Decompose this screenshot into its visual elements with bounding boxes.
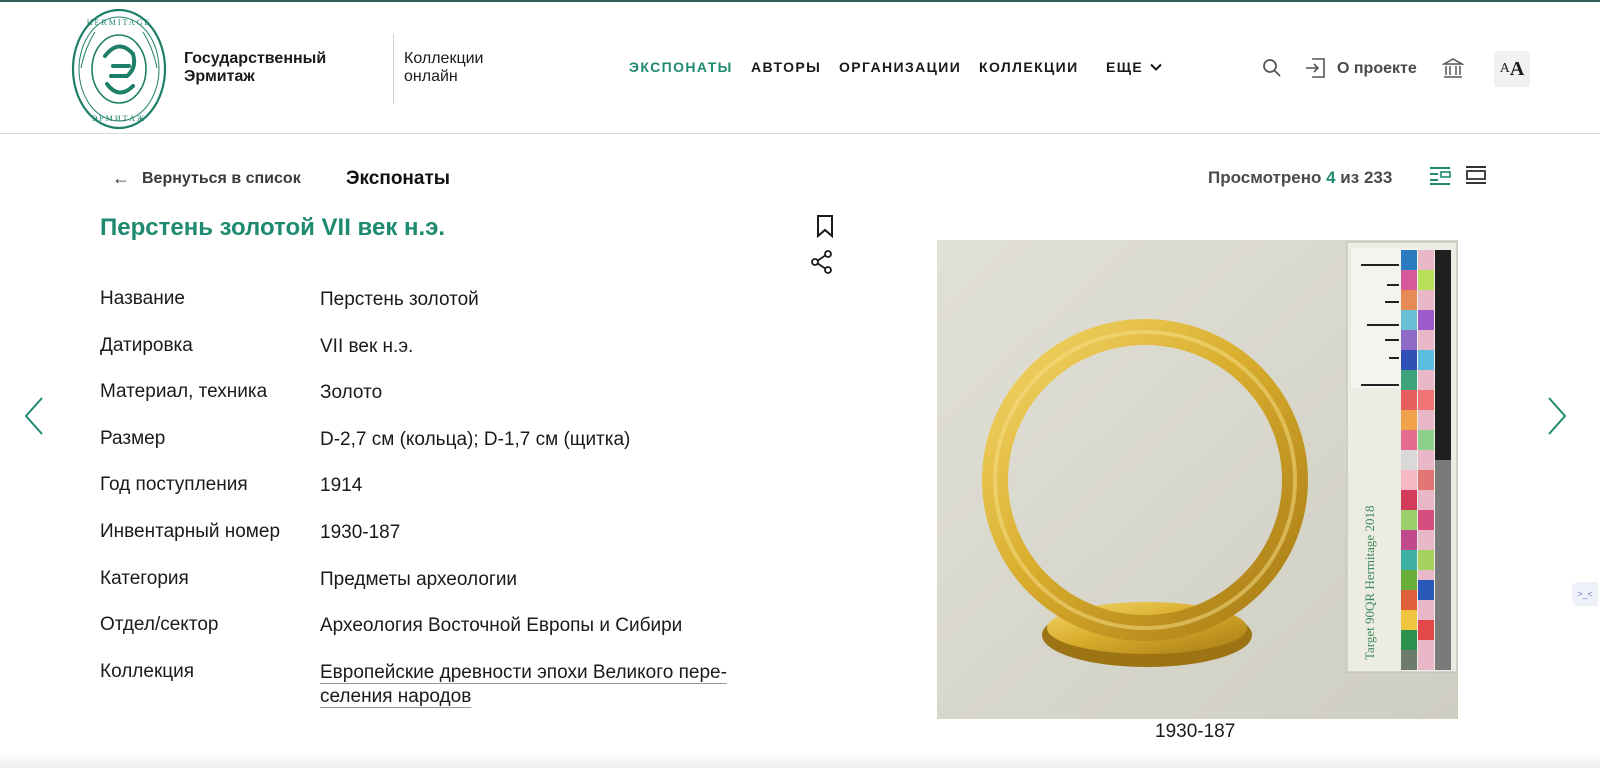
about-project-link[interactable]: О проекте (1337, 60, 1417, 78)
detail-key: Год поступления (100, 474, 248, 496)
font-big-glyph: A (1509, 57, 1525, 80)
brand-divider (393, 34, 394, 104)
brand-line-2: Эрмитаж (184, 68, 255, 85)
detail-value: VII век н.э. (320, 335, 414, 357)
nav-exhibits[interactable]: ЭКСПОНАТЫ (629, 59, 733, 75)
detail-value: 1914 (320, 475, 363, 497)
nav-collections[interactable]: КОЛЛЕКЦИИ (979, 59, 1079, 75)
detail-row-collection: Коллекция Европейские древности эпохи Ве… (100, 661, 800, 721)
detail-key: Инвентарный номер (100, 520, 281, 542)
detail-row-dating: Датировка VII век н.э. (100, 335, 800, 382)
brand-line-1: Государственный (184, 50, 327, 67)
museum-icon[interactable] (1442, 57, 1464, 79)
detail-key: Размер (100, 427, 166, 449)
photo-target-text: Target 90QR Hermitage 2018 (1362, 506, 1377, 660)
object-photo[interactable]: Target 90QR Hermitage 2018 (937, 240, 1458, 719)
detail-row-department: Отдел/сектор Археология Восточной Европы… (100, 614, 800, 661)
share-icon[interactable] (810, 250, 834, 274)
back-label: Вернуться в список (142, 169, 301, 187)
detail-value: Предметы археологии (320, 568, 518, 590)
nav-authors[interactable]: АВТОРЫ (751, 59, 821, 75)
detail-row-category: Категория Предметы археологии (100, 568, 800, 615)
object-details: Название Перстень золотой Датировка VII … (100, 288, 800, 721)
list-view-icon[interactable] (1429, 165, 1451, 185)
detail-key: Материал, техника (100, 381, 268, 403)
detail-row-inventory: Инвентарный номер 1930-187 (100, 521, 800, 568)
svg-text:ЭРМИТАЖ: ЭРМИТАЖ (92, 114, 146, 123)
collections-online-label[interactable]: Коллекции онлайн (404, 50, 514, 86)
side-widget-button[interactable]: >_< (1572, 582, 1598, 606)
login-icon[interactable] (1304, 57, 1326, 79)
collection-link-line-2[interactable]: селения народов (320, 685, 471, 709)
collection-link[interactable]: Европейские древности эпохи Великого пер… (320, 661, 780, 709)
full-view-icon[interactable] (1465, 164, 1487, 186)
collections-line-1: Коллекции (404, 50, 484, 67)
detail-value: Археология Восточной Европы и Сибири (320, 615, 683, 637)
page-bottom-edge (0, 752, 1600, 768)
next-arrow-icon[interactable] (1545, 396, 1569, 436)
bookmark-icon[interactable] (815, 214, 835, 238)
ring-photo-drawing: Target 90QR Hermitage 2018 (937, 240, 1458, 719)
detail-row-name: Название Перстень золотой (100, 288, 800, 335)
search-icon[interactable] (1262, 58, 1282, 78)
detail-row-year: Год поступления 1914 (100, 474, 800, 521)
viewed-current: 4 (1326, 168, 1336, 187)
detail-value: D-2,7 см (кольца); D-1,7 см (щитка) (320, 428, 631, 450)
section-title: Экспонаты (346, 168, 450, 189)
detail-key: Категория (100, 567, 189, 589)
site-header: HERMITAGE ЭРМИТАЖ Государственный Эрмита… (0, 2, 1600, 134)
detail-key: Название (100, 288, 185, 309)
viewed-prefix: Просмотрено (1208, 168, 1322, 187)
photo-caption: 1930-187 (1155, 721, 1236, 742)
brand-name[interactable]: Государственный Эрмитаж (184, 50, 364, 86)
detail-key: Отдел/сектор (100, 614, 219, 636)
detail-key: Датировка (100, 334, 193, 356)
svg-text:HERMITAGE: HERMITAGE (87, 18, 151, 27)
collection-link-line-1[interactable]: Европейские древности эпохи Великого пер… (320, 661, 780, 685)
detail-value: Золото (320, 382, 383, 404)
viewed-total: 233 (1363, 168, 1393, 187)
previous-arrow-icon[interactable] (22, 396, 46, 436)
viewed-middle: из (1340, 168, 1360, 187)
detail-key: Коллекция (100, 660, 195, 682)
chevron-down-icon[interactable] (1150, 63, 1162, 72)
nav-organizations[interactable]: ОРГАНИЗАЦИИ (839, 59, 961, 75)
font-small-glyph: A (1499, 61, 1510, 76)
arrow-left-icon: ← (112, 168, 130, 188)
detail-value: Перстень золотой (320, 289, 479, 310)
back-to-list-link[interactable]: ← Вернуться в список (112, 168, 301, 189)
font-size-toggle[interactable]: AA (1494, 51, 1530, 87)
detail-row-material: Материал, техника Золото (100, 381, 800, 428)
object-title: Перстень золотой VII век н.э. (100, 214, 446, 241)
collections-line-2: онлайн (404, 68, 458, 85)
viewed-counter: Просмотрено 4 из 233 (1208, 168, 1392, 188)
color-swatches (1401, 250, 1451, 670)
nav-more[interactable]: ЕЩЕ (1106, 59, 1143, 75)
detail-row-size: Размер D-2,7 см (кольца); D-1,7 см (щитк… (100, 428, 800, 475)
detail-value: 1930-187 (320, 521, 401, 543)
hermitage-logo[interactable]: HERMITAGE ЭРМИТАЖ (71, 8, 167, 130)
